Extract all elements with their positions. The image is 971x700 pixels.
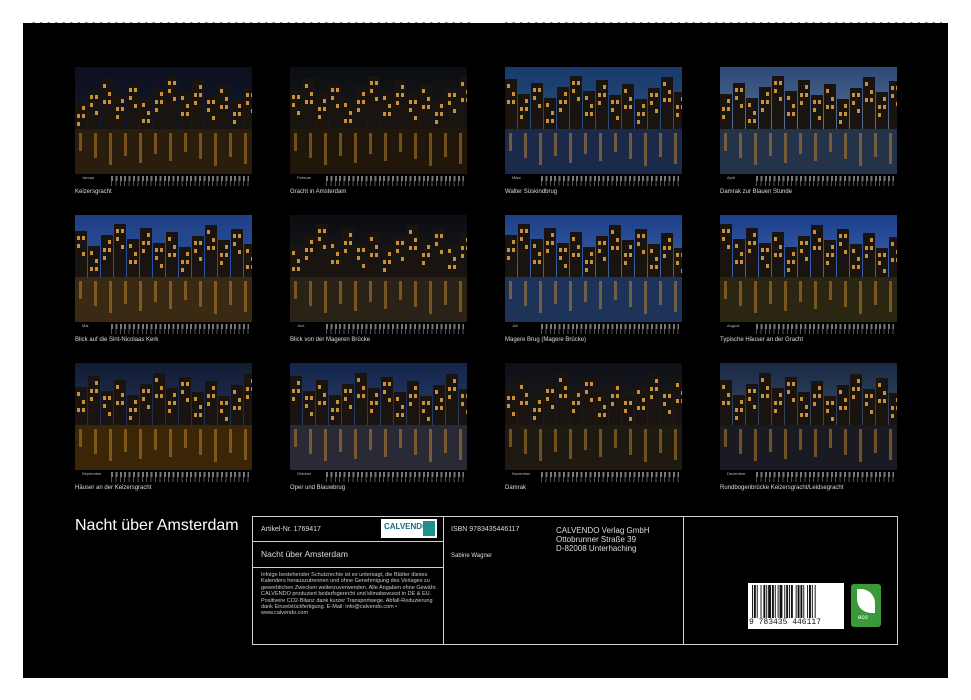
eco-label: eco <box>858 615 868 621</box>
weekday-row <box>756 329 894 334</box>
barcode-number: 9 783435 446117 <box>749 618 822 627</box>
month-caption: Oper und Blauwbrug <box>290 485 346 491</box>
month-photo <box>505 67 682 174</box>
month-label: November <box>512 471 531 476</box>
calendar-title: Nacht über Amsterdam <box>75 517 239 534</box>
month-caption: Blick von der Mageren Brücke <box>290 337 371 343</box>
month-label: Oktober <box>297 471 312 476</box>
weekday-row <box>111 181 249 186</box>
month-calendar-row: Januar <box>75 175 252 187</box>
barcode: 9 783435 446117 <box>748 583 844 629</box>
divider <box>443 517 444 644</box>
month-thumbnail: November Damrak <box>505 363 682 505</box>
month-label: Februar <box>297 175 312 180</box>
month-photo <box>505 363 682 470</box>
month-photo <box>720 67 897 174</box>
publisher-name: CALVENDO Verlag GmbH <box>556 526 650 535</box>
month-calendar-row: April <box>720 175 897 187</box>
month-calendar-row: Mai <box>75 323 252 335</box>
month-label: März <box>512 175 521 180</box>
month-label: September <box>82 471 102 476</box>
month-caption: Blick auf die Sint-Nicolaas Kerk <box>75 337 159 343</box>
month-thumbnail: Oktober Oper und Blauwbrug <box>290 363 467 505</box>
month-caption: Häuser an der Keizersgracht <box>75 485 152 491</box>
month-calendar-row: November <box>505 471 682 483</box>
month-label: August <box>727 323 740 328</box>
month-thumbnail: Juli Magere Brug (Magere Brücke) <box>505 215 682 357</box>
month-caption: Typische Häuser an der Gracht <box>720 337 804 343</box>
divider <box>253 541 443 542</box>
weekday-row <box>326 181 464 186</box>
month-thumbnail: April Damrak zur Blauen Stunde <box>720 67 897 209</box>
month-calendar-row: Dezember <box>720 471 897 483</box>
month-label: Mai <box>82 323 89 328</box>
month-label: Dezember <box>727 471 746 476</box>
divider <box>253 567 443 568</box>
month-caption: Damrak zur Blauen Stunde <box>720 189 793 195</box>
logo-text: CALVENDO <box>384 522 429 531</box>
month-thumbnail: Juni Blick von der Mageren Brücke <box>290 215 467 357</box>
month-photo <box>75 67 252 174</box>
weekday-row <box>756 181 894 186</box>
month-caption: Magere Brug (Magere Brücke) <box>505 337 587 343</box>
month-calendar-row: März <box>505 175 682 187</box>
weekday-row <box>541 181 679 186</box>
month-thumbnail: Mai Blick auf die Sint-Nicolaas Kerk <box>75 215 252 357</box>
month-calendar-row: Juni <box>290 323 467 335</box>
weekday-row <box>326 329 464 334</box>
leaf-icon <box>857 589 875 613</box>
month-photo <box>505 215 682 322</box>
month-thumbnail: Dezember Rundbogenbrücke Keizersgracht/L… <box>720 363 897 505</box>
month-photo <box>720 215 897 322</box>
weekday-row <box>111 477 249 482</box>
legal-notice: Infolge bestehender Schutzrechte ist es … <box>261 572 437 617</box>
month-label: Juli <box>512 323 519 328</box>
month-calendar-row: Februar <box>290 175 467 187</box>
month-label: April <box>727 175 736 180</box>
isbn: ISBN 9783435446117 <box>451 526 520 533</box>
month-thumbnail: September Häuser an der Keizersgracht <box>75 363 252 505</box>
month-caption: Keizersgracht <box>75 189 112 195</box>
month-photo <box>720 363 897 470</box>
month-photo <box>290 363 467 470</box>
weekday-row <box>541 477 679 482</box>
publisher-street: Ottobrunner Straße 39 <box>556 535 637 544</box>
publisher-city: D-82008 Unterhaching <box>556 544 637 553</box>
month-photo <box>75 363 252 470</box>
month-caption: Gracht in Amsterdam <box>290 189 347 195</box>
weekday-row <box>541 329 679 334</box>
product-title: Nacht über Amsterdam <box>261 549 348 559</box>
month-photo <box>290 215 467 322</box>
month-calendar-row: Oktober <box>290 471 467 483</box>
info-box: Artikel-Nr. 1769417 CALVENDO Nacht über … <box>252 516 898 645</box>
weekday-row <box>111 329 249 334</box>
calvendo-logo: CALVENDO <box>381 519 437 538</box>
month-photo <box>75 215 252 322</box>
article-number: Artikel-Nr. 1769417 <box>261 526 321 533</box>
month-label: Juni <box>297 323 305 328</box>
logo-mark <box>423 521 435 536</box>
month-calendar-row: August <box>720 323 897 335</box>
month-label: Januar <box>82 175 95 180</box>
month-thumbnail: Januar Keizersgracht <box>75 67 252 209</box>
author: Sabine Wagner <box>451 553 493 559</box>
weekday-row <box>756 477 894 482</box>
weekday-row <box>326 477 464 482</box>
month-photo <box>290 67 467 174</box>
month-calendar-row: Juli <box>505 323 682 335</box>
barcode-bars <box>752 585 816 618</box>
month-caption: Walter Süskindbrug <box>505 189 558 195</box>
month-caption: Damrak <box>505 485 527 491</box>
month-caption: Rundbogenbrücke Keizersgracht/Leidsegrac… <box>720 485 844 491</box>
month-thumbnail: August Typische Häuser an der Gracht <box>720 215 897 357</box>
month-thumbnail: Februar Gracht in Amsterdam <box>290 67 467 209</box>
eco-badge: eco <box>851 584 881 627</box>
month-calendar-row: September <box>75 471 252 483</box>
month-thumbnail: März Walter Süskindbrug <box>505 67 682 209</box>
divider <box>683 517 684 644</box>
